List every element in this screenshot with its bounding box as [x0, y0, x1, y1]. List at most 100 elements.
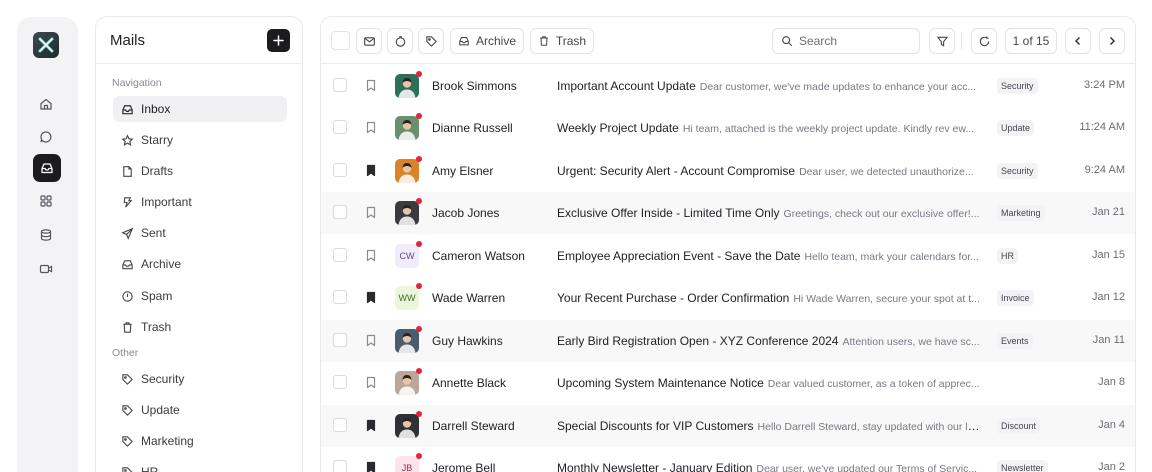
nav-item-label: HR	[141, 465, 159, 472]
nav-item-starry[interactable]: Starry	[113, 127, 287, 153]
search-box[interactable]	[772, 28, 920, 54]
email-subject: Early Bird Registration Open - XYZ Confe…	[557, 334, 839, 348]
row-checkbox[interactable]	[333, 78, 347, 92]
next-page-button[interactable]	[1099, 28, 1125, 54]
nav-item-hr[interactable]: HR	[113, 459, 287, 472]
email-row[interactable]: Guy Hawkins Early Bird Registration Open…	[321, 320, 1135, 362]
home-icon[interactable]	[34, 92, 58, 116]
filter-button[interactable]	[929, 28, 955, 54]
search-input[interactable]	[799, 34, 909, 48]
avatar-initials: WW	[398, 293, 416, 303]
email-subject-line: Exclusive Offer Inside - Limited Time On…	[557, 206, 981, 220]
nav-item-update[interactable]: Update	[113, 397, 287, 423]
email-row[interactable]: WW Wade Warren Your Recent Purchase - Or…	[321, 277, 1135, 319]
row-checkbox[interactable]	[333, 418, 347, 432]
spam-icon	[122, 290, 133, 302]
row-checkbox[interactable]	[333, 333, 347, 347]
compose-button[interactable]	[267, 29, 290, 52]
bookmark-icon[interactable]	[365, 79, 377, 97]
archive-button[interactable]: Archive	[450, 28, 524, 54]
select-all-checkbox[interactable]	[331, 31, 350, 50]
email-time: 11:24 AM	[1079, 121, 1125, 133]
database-icon[interactable]	[34, 223, 58, 247]
nav-item-label: Drafts	[141, 164, 174, 178]
avatar	[395, 326, 422, 353]
email-tag: Security	[997, 163, 1038, 179]
unread-dot	[416, 326, 422, 332]
tag-icon	[122, 435, 133, 447]
nav-item-archive[interactable]: Archive	[113, 251, 287, 277]
nav-item-security[interactable]: Security	[113, 366, 287, 392]
nav-item-marketing[interactable]: Marketing	[113, 428, 287, 454]
email-row[interactable]: Dianne Russell Weekly Project Update Hi t…	[321, 107, 1135, 149]
nav-item-spam[interactable]: Spam	[113, 283, 287, 309]
bookmark-icon[interactable]	[365, 249, 377, 267]
email-time: Jan 15	[1091, 249, 1125, 261]
row-checkbox[interactable]	[333, 375, 347, 389]
avatar: JB	[395, 453, 422, 472]
unread-dot	[416, 411, 422, 417]
bookmark-icon[interactable]	[365, 334, 377, 352]
bookmark-icon[interactable]	[365, 164, 377, 182]
row-checkbox[interactable]	[333, 163, 347, 177]
row-checkbox[interactable]	[333, 248, 347, 262]
mark-read-button[interactable]	[356, 28, 382, 54]
tag-icon	[425, 35, 437, 47]
email-subject-line: Upcoming System Maintenance Notice Dear v…	[557, 376, 981, 390]
email-row[interactable]: Jacob Jones Exclusive Offer Inside - Lim…	[321, 192, 1135, 234]
nav-item-sent[interactable]: Sent	[113, 220, 287, 246]
email-tag: Marketing	[997, 205, 1045, 221]
avatar-photo	[395, 116, 419, 140]
nav-item-label: Security	[141, 372, 185, 386]
email-subject-line: Early Bird Registration Open - XYZ Confe…	[557, 334, 981, 348]
avatar-photo	[395, 329, 419, 353]
nav-item-important[interactable]: Important	[113, 189, 287, 215]
refresh-button[interactable]	[971, 28, 997, 54]
nav-item-trash[interactable]: Trash	[113, 314, 287, 340]
email-subject: Important Account Update	[557, 79, 696, 93]
nav-item-label: Archive	[141, 257, 182, 271]
email-tag: Newsletter	[997, 460, 1048, 472]
icon-rail	[17, 17, 78, 472]
bookmark-icon[interactable]	[365, 419, 377, 437]
video-icon[interactable]	[34, 257, 58, 281]
prev-page-button[interactable]	[1065, 28, 1091, 54]
avatar	[395, 368, 422, 395]
label-button[interactable]	[418, 28, 444, 54]
email-row[interactable]: Brook Simmons Important Account Update De…	[321, 65, 1135, 107]
email-subject-line: Important Account Update Dear customer, w…	[557, 79, 981, 93]
email-row[interactable]: Amy Elsner Urgent: Security Alert - Acco…	[321, 150, 1135, 192]
nav-item-label: Starry	[141, 133, 174, 147]
apps-grid-icon[interactable]	[34, 189, 58, 213]
row-checkbox[interactable]	[333, 120, 347, 134]
nav-item-label: Sent	[141, 226, 166, 240]
trash-button[interactable]: Trash	[530, 28, 594, 54]
chat-icon[interactable]	[34, 125, 58, 149]
email-time: Jan 8	[1098, 376, 1125, 388]
bookmark-icon[interactable]	[365, 291, 377, 309]
mails-panel: Mails Navigation Inbox Starry Drafts Imp…	[95, 16, 303, 472]
email-row[interactable]: Darrell Steward Special Discounts for VI…	[321, 405, 1135, 447]
bookmark-icon[interactable]	[365, 121, 377, 139]
bookmark-icon[interactable]	[365, 461, 377, 472]
email-row[interactable]: Annette Black Upcoming System Maintenanc…	[321, 362, 1135, 404]
row-checkbox[interactable]	[333, 460, 347, 472]
bookmark-icon[interactable]	[365, 206, 377, 224]
nav-item-drafts[interactable]: Drafts	[113, 158, 287, 184]
row-checkbox[interactable]	[333, 205, 347, 219]
email-row[interactable]: JB Jerome Bell Monthly Newsletter - Janu…	[321, 447, 1135, 472]
nav-item-inbox[interactable]: Inbox	[113, 96, 287, 122]
refresh-icon	[979, 35, 989, 46]
sender-name: Dianne Russell	[432, 121, 513, 135]
navigation-section-label: Navigation	[112, 77, 162, 89]
email-row[interactable]: CW Cameron Watson Employee Appreciation …	[321, 235, 1135, 277]
bookmark-icon[interactable]	[365, 376, 377, 394]
inbox-icon[interactable]	[33, 154, 61, 182]
row-checkbox[interactable]	[333, 290, 347, 304]
search-icon	[782, 36, 793, 47]
mails-title: Mails	[110, 32, 146, 49]
avatar	[395, 411, 422, 438]
avatar-initials-box: JB	[395, 456, 419, 472]
snooze-button[interactable]	[387, 28, 413, 54]
app-logo[interactable]	[33, 32, 59, 58]
